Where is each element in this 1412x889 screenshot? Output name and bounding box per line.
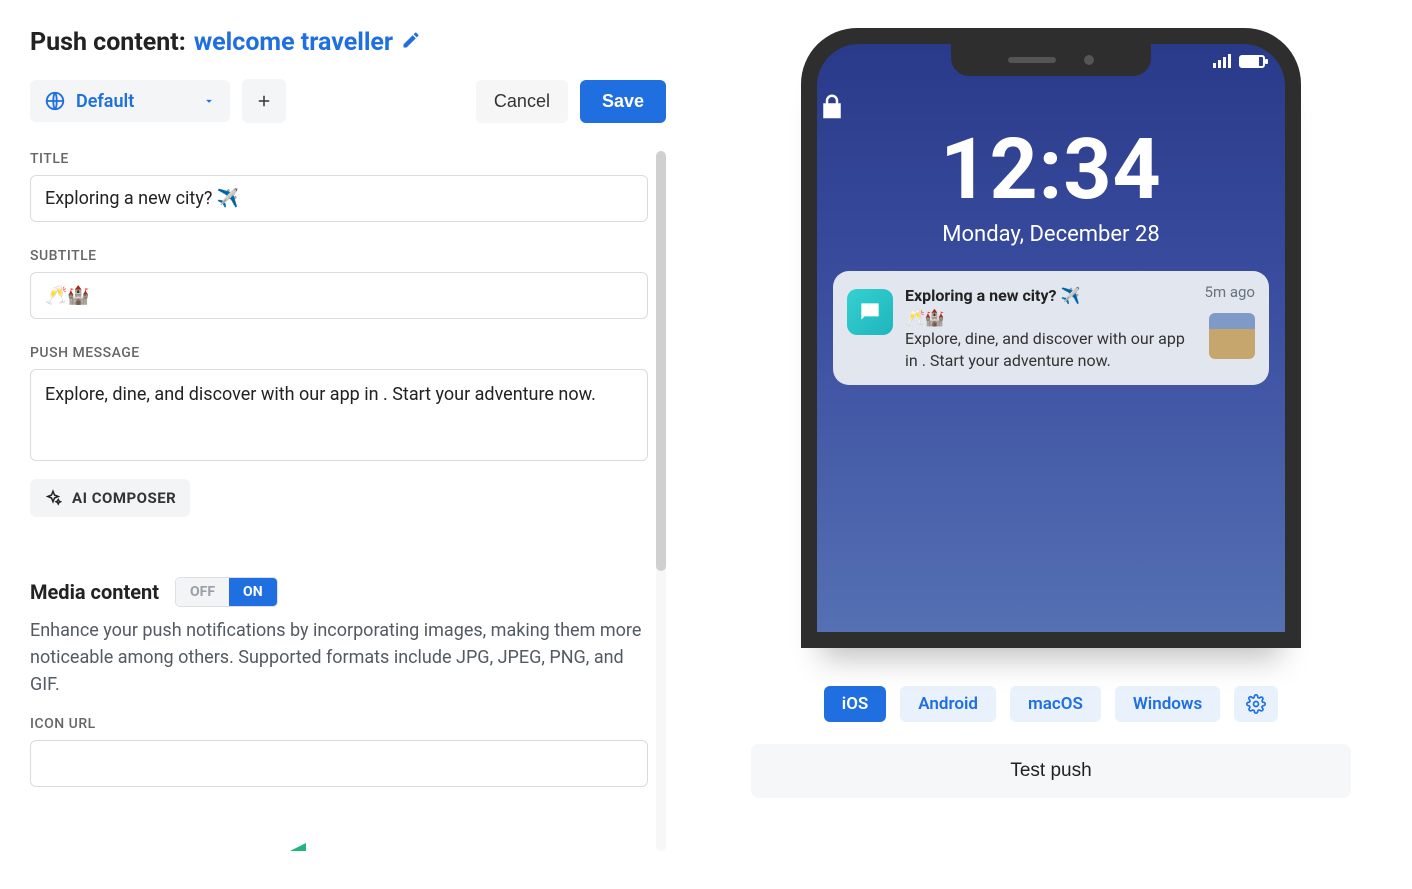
media-toggle-on[interactable]: ON	[229, 578, 277, 606]
sparkle-icon	[44, 489, 62, 507]
media-toggle-off[interactable]: OFF	[176, 578, 229, 606]
globe-icon	[44, 90, 66, 112]
signal-icon	[1213, 54, 1231, 68]
message-name-link[interactable]: welcome traveller	[194, 28, 393, 57]
message-input[interactable]	[30, 369, 648, 461]
ai-composer-label: AI COMPOSER	[72, 489, 176, 507]
lock-icon	[817, 92, 1285, 122]
status-bar	[1213, 54, 1265, 68]
notif-subtitle: 🥂🏰	[905, 307, 1197, 329]
ai-composer-button[interactable]: AI COMPOSER	[30, 479, 190, 517]
platform-tabs: iOS Android macOS Windows	[824, 686, 1278, 722]
icon-url-label: ICON URL	[30, 716, 648, 732]
test-push-button[interactable]: Test push	[751, 744, 1351, 798]
media-heading: Media content	[30, 580, 159, 604]
cancel-button[interactable]: Cancel	[476, 80, 568, 123]
title-input[interactable]	[30, 175, 648, 222]
tab-macos[interactable]: macOS	[1010, 686, 1101, 722]
page-title: Push content: welcome traveller	[30, 28, 666, 57]
phone-frame: 12:34 Monday, December 28 Exploring a ne…	[801, 28, 1301, 648]
tab-ios[interactable]: iOS	[824, 686, 887, 722]
notification-card: Exploring a new city? ✈️ 🥂🏰 Explore, din…	[833, 271, 1269, 385]
lock-time: 12:34	[817, 128, 1285, 212]
notif-time: 5m ago	[1205, 283, 1255, 301]
battery-icon	[1239, 55, 1265, 68]
toolbar: Default Cancel Save	[30, 79, 666, 123]
add-locale-button[interactable]	[242, 79, 286, 123]
subtitle-label: SUBTITLE	[30, 248, 648, 264]
title-label: TITLE	[30, 151, 648, 167]
notif-message: Explore, dine, and discover with our app…	[905, 328, 1197, 371]
message-label: PUSH MESSAGE	[30, 345, 648, 361]
phone-screen: 12:34 Monday, December 28 Exploring a ne…	[817, 44, 1285, 632]
save-button[interactable]: Save	[580, 80, 666, 123]
scrollbar-thumb[interactable]	[656, 151, 666, 571]
preview-settings-button[interactable]	[1234, 686, 1278, 722]
media-description: Enhance your push notifications by incor…	[30, 617, 648, 698]
edit-icon[interactable]	[401, 30, 421, 50]
preview-panel: 12:34 Monday, December 28 Exploring a ne…	[690, 0, 1412, 889]
tab-windows[interactable]: Windows	[1115, 686, 1220, 722]
locale-select[interactable]: Default	[30, 80, 230, 122]
icon-url-input[interactable]	[30, 740, 648, 787]
notif-title: Exploring a new city? ✈️	[905, 285, 1197, 307]
lock-date: Monday, December 28	[817, 222, 1285, 247]
notif-thumbnail	[1209, 313, 1255, 359]
locale-label: Default	[76, 91, 134, 112]
annotation-arrow	[280, 837, 450, 851]
form-scroll: TITLE SUBTITLE PUSH MESSAGE AI COMPOSER	[30, 151, 666, 851]
chevron-down-icon	[202, 94, 216, 108]
gear-icon	[1246, 694, 1266, 714]
phone-notch	[951, 44, 1151, 76]
scrollbar-track[interactable]	[656, 151, 666, 851]
subtitle-input[interactable]	[30, 272, 648, 319]
editor-panel: Push content: welcome traveller Default …	[0, 0, 690, 889]
tab-android[interactable]: Android	[900, 686, 996, 722]
media-toggle[interactable]: OFF ON	[175, 577, 278, 607]
app-icon	[847, 289, 893, 335]
page-title-prefix: Push content:	[30, 28, 186, 57]
